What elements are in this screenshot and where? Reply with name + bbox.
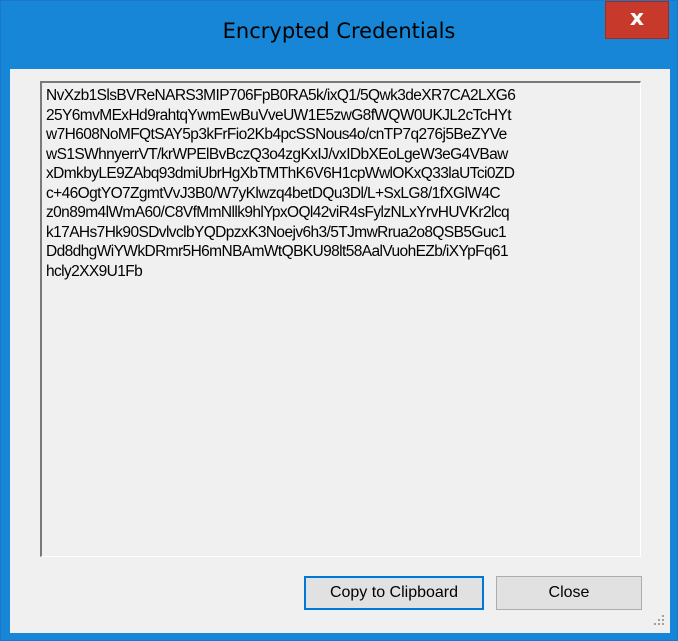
credentials-line: k17AHs7Hk90SDvlvclbYQDpzxK3Noejv6h3/5TJm… — [46, 223, 507, 241]
credentials-line: w7H608NoMFQtSAY5p3kFrFio2Kb4pcSSNous4o/c… — [46, 126, 507, 143]
credentials-line: Dd8dhgWiYWkDRmr5H6mNBAmWtQBKU98lt58AalVu… — [46, 243, 509, 260]
credentials-line: NvXzb1SlsBVReNARS3MIP706FpB0RA5k/ixQ1/5Q… — [46, 87, 516, 104]
credentials-line: 25Y6mvMExHd9rahtqYwmEwBuVveUW1E5zwG8fWQW… — [46, 106, 512, 124]
close-window-button[interactable]: x — [605, 1, 669, 39]
credentials-textbox[interactable]: NvXzb1SlsBVReNARS3MIP706FpB0RA5k/ixQ1/5Q… — [40, 81, 641, 557]
dialog-window: Encrypted Credentials x NvXzb1SlsBVReNAR… — [0, 0, 678, 641]
copy-to-clipboard-button[interactable]: Copy to Clipboard — [304, 576, 484, 610]
close-button[interactable]: Close — [496, 576, 642, 610]
credentials-line: c+46OgtYO7ZgmtVvJ3B0/W7yKlwzq4betDQu3Dl/… — [46, 184, 501, 202]
resize-grip-icon[interactable] — [652, 615, 666, 629]
credentials-line: hcly2XX9U1Fb — [46, 262, 143, 280]
credentials-line: xDmkbyLE9ZAbq93dmiUbrHgXbTMThK6V6H1cpWwl… — [46, 165, 515, 182]
credentials-line: wS1SWhnyerrVT/krWPElBvBczQ3o4zgKxIJ/vxID… — [46, 145, 508, 163]
title-bar[interactable]: Encrypted Credentials x — [1, 1, 677, 69]
window-title: Encrypted Credentials — [222, 19, 456, 43]
credentials-line: z0n89m4lWmA60/C8VfMmNllk9hlYpxOQl42viR4s… — [46, 204, 510, 221]
dialog-client-area: NvXzb1SlsBVReNARS3MIP706FpB0RA5k/ixQ1/5Q… — [10, 69, 670, 633]
